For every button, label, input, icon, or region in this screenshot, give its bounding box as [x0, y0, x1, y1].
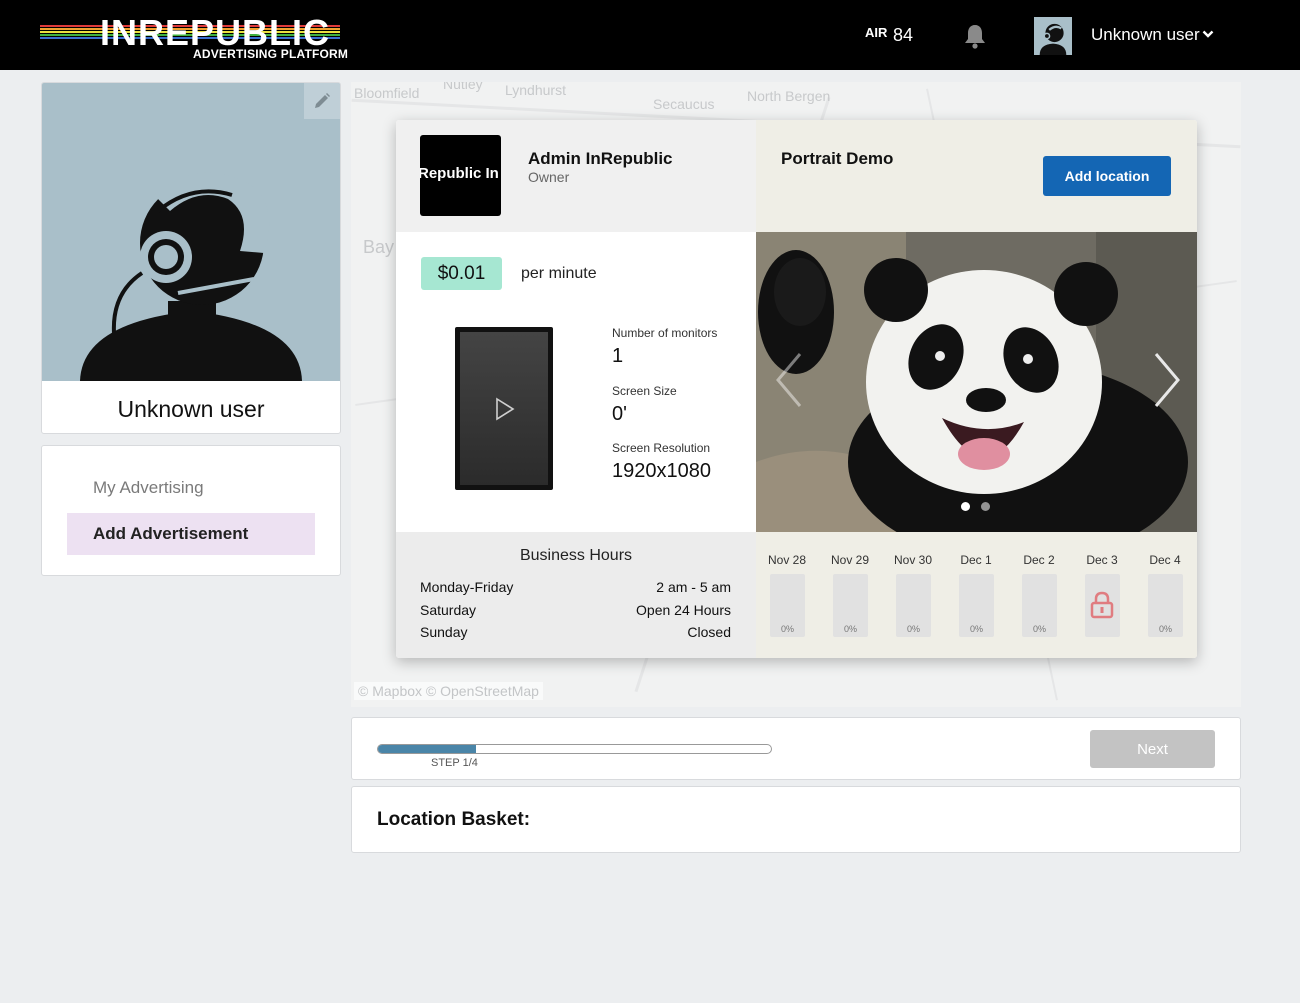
profile-name: Unknown user — [117, 396, 265, 422]
calendar-day-percent: 0% — [906, 624, 920, 634]
side-menu: My Advertising Add Advertisement — [41, 445, 341, 576]
spec-label-screen-size: Screen Size — [612, 384, 677, 398]
astronaut-avatar-icon — [80, 172, 302, 381]
calendar-day-percent: 0% — [969, 624, 983, 634]
calendar-day[interactable]: Dec 1 0% — [946, 532, 1006, 658]
monitor-preview[interactable] — [455, 327, 553, 490]
pencil-icon — [315, 93, 330, 108]
availability-calendar: Nov 28 0% Nov 29 0% Nov 30 0% Dec 1 0% D… — [756, 532, 1197, 658]
map-place-label: Lyndhurst — [505, 82, 566, 98]
map-credit[interactable]: © Mapbox © OpenStreetMap — [354, 682, 543, 700]
spec-label-resolution: Screen Resolution — [612, 441, 711, 455]
owner-logo-text: Republic In — [420, 165, 499, 182]
map-place-label: Bloomfield — [354, 85, 420, 101]
add-location-button[interactable]: Add location — [1043, 156, 1171, 196]
map-place-label: Nutley — [443, 82, 483, 92]
price-unit: per minute — [521, 265, 597, 282]
menu-item-my-advertising[interactable]: My Advertising — [67, 467, 315, 509]
calendar-day-label: Dec 1 — [960, 553, 992, 567]
profile-avatar — [42, 83, 340, 381]
calendar-day-locked: Dec 3 — [1072, 532, 1132, 658]
calendar-day-percent: 0% — [1158, 624, 1172, 634]
calendar-day[interactable]: Nov 30 0% — [883, 532, 943, 658]
hours-day: Sunday — [420, 624, 468, 640]
air-label: AIR — [865, 25, 888, 40]
spec-label-monitors: Number of monitors — [612, 326, 718, 340]
business-hours: Business Hours Monday-Friday 2 am - 5 am… — [396, 532, 756, 658]
map-place-label: North Bergen — [747, 88, 831, 104]
carousel-dot-2[interactable] — [981, 502, 990, 511]
top-navigation-bar: INREPUBLIC ADVERTISING PLATFORM AIR 84 U… — [0, 0, 1300, 70]
panda-photo — [756, 232, 1197, 532]
step-label: STEP 1/4 — [431, 757, 478, 769]
next-button[interactable]: Next — [1090, 730, 1215, 768]
calendar-day-label: Dec 3 — [1086, 553, 1118, 567]
hours-day: Monday-Friday — [420, 579, 514, 595]
owner-logo: Republic In — [420, 135, 501, 216]
location-popup: Republic In Admin InRepublic Owner Portr… — [396, 120, 1197, 658]
price-badge: $0.01 — [421, 257, 502, 290]
hours-day: Saturday — [420, 602, 477, 618]
map-place-label: Bay — [363, 237, 395, 257]
calendar-day[interactable]: Nov 29 0% — [820, 532, 880, 658]
step-progress-bar — [377, 744, 772, 754]
owner-role: Owner — [528, 169, 570, 185]
hours-time: Closed — [687, 624, 731, 640]
spec-value-resolution: 1920x1080 — [612, 460, 711, 482]
header-avatar[interactable] — [1034, 17, 1072, 55]
calendar-day[interactable]: Nov 28 0% — [757, 532, 817, 658]
calendar-day[interactable]: Dec 4 0% — [1135, 532, 1195, 658]
header-user-name[interactable]: Unknown user — [1091, 25, 1200, 45]
profile-card: Unknown user — [41, 82, 341, 434]
calendar-day-label: Dec 2 — [1023, 553, 1055, 567]
calendar-day-percent: 0% — [1032, 624, 1046, 634]
calendar-day-label: Nov 28 — [767, 553, 807, 567]
map-place-label: Secaucus — [653, 96, 715, 112]
location-basket: Location Basket: — [351, 786, 1241, 853]
chevron-down-icon[interactable] — [1202, 27, 1214, 39]
play-icon — [496, 397, 515, 420]
lock-icon — [1089, 591, 1115, 624]
calendar-day[interactable]: Dec 2 0% — [1009, 532, 1069, 658]
step-progress-card: STEP 1/4 Next — [351, 717, 1241, 780]
carousel-dot-1[interactable] — [961, 502, 970, 511]
step-progress-fill — [378, 745, 477, 753]
carousel-next-arrow[interactable] — [1152, 352, 1182, 413]
spec-value-screen-size: 0' — [612, 403, 627, 425]
spec-value-monitors: 1 — [612, 345, 624, 367]
calendar-day-label: Nov 29 — [830, 553, 870, 567]
edit-profile-button[interactable] — [304, 83, 340, 119]
menu-item-add-advertisement[interactable]: Add Advertisement — [67, 513, 315, 555]
calendar-day-label: Nov 30 — [893, 553, 933, 567]
logo-subtitle: ADVERTISING PLATFORM — [193, 47, 349, 61]
calendar-day-percent: 0% — [843, 624, 857, 634]
calendar-day-percent: 0% — [780, 624, 794, 634]
location-header: Portrait Demo Add location — [756, 120, 1197, 232]
location-name: Portrait Demo — [781, 149, 894, 168]
calendar-day-label: Dec 4 — [1149, 553, 1181, 567]
air-value: 84 — [893, 25, 914, 45]
owner-name: Admin InRepublic — [528, 149, 673, 168]
location-basket-title: Location Basket: — [377, 809, 531, 830]
business-hours-title: Business Hours — [519, 547, 633, 564]
inrepublic-logo[interactable]: INREPUBLIC ADVERTISING PLATFORM — [40, 14, 350, 62]
hours-time: 2 am - 5 am — [656, 579, 731, 595]
location-photo-carousel[interactable] — [756, 232, 1197, 532]
hours-time: Open 24 Hours — [636, 602, 731, 618]
bell-icon[interactable] — [963, 23, 987, 49]
owner-info: Republic In Admin InRepublic Owner — [396, 120, 756, 232]
carousel-prev-arrow[interactable] — [774, 352, 804, 413]
